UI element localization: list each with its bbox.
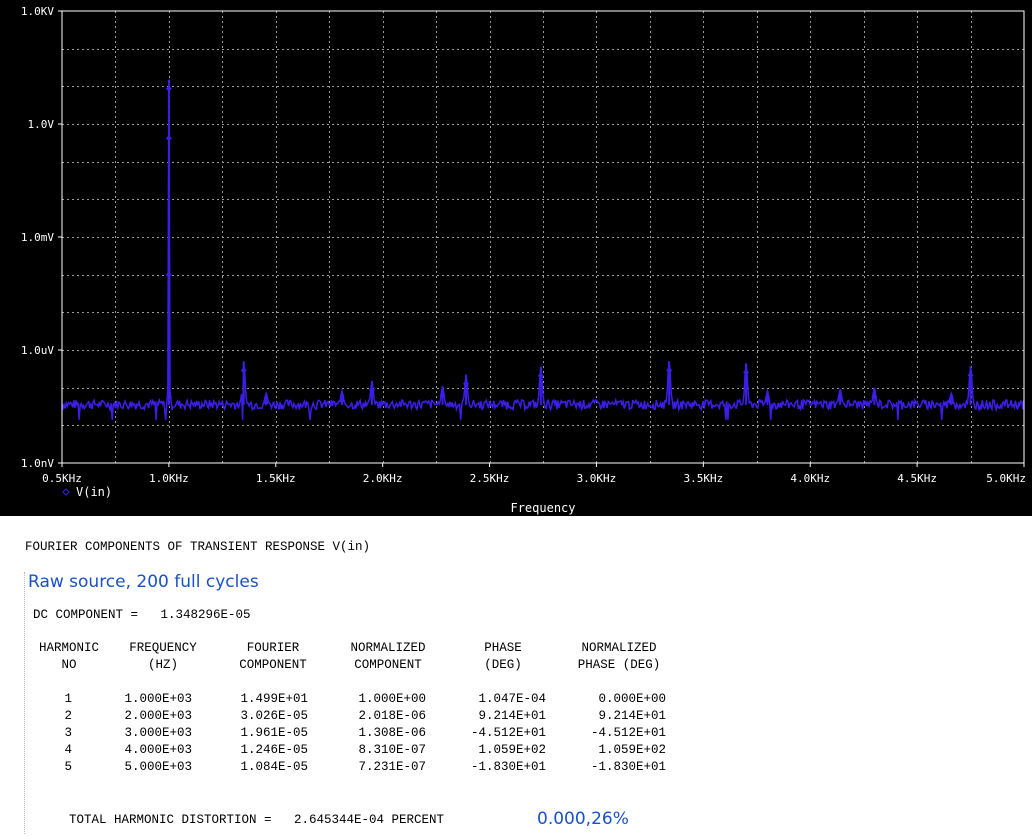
dc-component: DC COMPONENT = 1.348296E-05 xyxy=(33,608,251,622)
y-tick-label: 1.0nV xyxy=(21,457,54,470)
header-harmonic: HARMONIC xyxy=(38,641,99,655)
table-header-row-1: HARMONIC FREQUENCY FOURIER NORMALIZED PH… xyxy=(30,640,680,657)
table-cell: 1.308E-06 xyxy=(358,725,426,740)
harmonics-table: HARMONIC FREQUENCY FOURIER NORMALIZED PH… xyxy=(30,640,680,775)
table-cell: 9.214E+01 xyxy=(478,708,546,723)
legend-label-v-in: V(in) xyxy=(76,485,112,499)
table-cell: 1 xyxy=(64,691,72,706)
fourier-report: FOURIER COMPONENTS OF TRANSIENT RESPONSE… xyxy=(0,516,1032,836)
x-tick-label: 1.0KHz xyxy=(149,472,189,485)
table-cell: -1.830E+01 xyxy=(590,759,666,774)
table-spacer-row xyxy=(30,674,680,690)
x-tick-label: 5.0KHz xyxy=(986,472,1026,485)
table-row: 2 2.000E+03 3.026E-05 2.018E-06 9.214E+01 9.2… xyxy=(30,707,680,724)
header-component: COMPONENT xyxy=(239,658,307,672)
annotation-note: Raw source, 200 full cycles xyxy=(28,572,259,592)
table-cell: 5 xyxy=(64,759,72,774)
table-cell: -4.512E+01 xyxy=(590,725,666,740)
table-cell: 1.084E-05 xyxy=(240,759,308,774)
peak-marker xyxy=(743,369,750,376)
peak-marker xyxy=(666,367,673,374)
table-cell: 4 xyxy=(64,742,72,757)
legend: V(in) xyxy=(62,485,112,499)
table-cell: 1.499E+01 xyxy=(240,691,308,706)
peak-marker xyxy=(537,372,544,379)
x-axis-label: Frequency xyxy=(510,501,575,515)
peak-marker xyxy=(165,271,172,278)
x-tick-label: 0.5KHz xyxy=(42,472,82,485)
header-component-2: COMPONENT xyxy=(354,658,422,672)
table-cell: -4.512E+01 xyxy=(470,725,546,740)
y-tick-label: 1.0KV xyxy=(21,5,54,18)
table-cell: 1.000E+00 xyxy=(358,691,426,706)
gutter-dots xyxy=(24,572,25,834)
table-row: 4 4.000E+03 1.246E-05 8.310E-07 1.059E+02 1.0… xyxy=(30,741,680,758)
report-heading: FOURIER COMPONENTS OF TRANSIENT RESPONSE… xyxy=(25,540,371,554)
peak-marker xyxy=(165,85,172,92)
thd-annotation: 0.000,26% xyxy=(537,809,629,829)
x-tick-label: 4.0KHz xyxy=(790,472,830,485)
header-normalized: NORMALIZED xyxy=(350,641,426,655)
table-cell: -1.830E+01 xyxy=(470,759,546,774)
x-tick-label: 2.5KHz xyxy=(470,472,510,485)
table-cell: 3.026E-05 xyxy=(240,708,308,723)
header-frequency: FREQUENCY xyxy=(129,641,197,655)
y-tick-label: 1.0mV xyxy=(21,231,54,244)
legend-marker-icon xyxy=(62,488,70,496)
table-cell: 1.047E-04 xyxy=(478,691,546,706)
table-row: 5 5.000E+03 1.084E-05 7.231E-07 -1.830E+01 -1… xyxy=(30,758,680,775)
x-tick-label: 4.5KHz xyxy=(897,472,937,485)
trace-markers xyxy=(165,79,974,406)
x-tick-label: 3.0KHz xyxy=(577,472,617,485)
table-cell: 1.961E-05 xyxy=(240,725,308,740)
table-cell: 4.000E+03 xyxy=(124,742,192,757)
trace-v-in xyxy=(61,79,1025,420)
trace-line xyxy=(61,79,1025,420)
header-fourier: FOURIER xyxy=(246,641,300,655)
x-tick-label: 1.5KHz xyxy=(256,472,296,485)
y-tick-label: 1.0uV xyxy=(21,344,54,357)
probe-plot-panel: 1.0KV 1.0V 1.0mV 1.0uV 1.0nV 0.5KHz 1.0KHz 1.5… xyxy=(0,0,1032,516)
table-cell: 8.310E-07 xyxy=(358,742,426,757)
x-tick-label: 2.0KHz xyxy=(363,472,403,485)
peak-marker xyxy=(240,367,247,374)
header-deg: (DEG) xyxy=(484,658,522,672)
fourier-plot: 1.0KV 1.0V 1.0mV 1.0uV 1.0nV 0.5KHz 1.0KHz 1.5… xyxy=(21,5,1026,515)
header-normalized-phase: NORMALIZED xyxy=(581,641,657,655)
y-tick-label: 1.0V xyxy=(28,118,55,131)
table-cell: 1.246E-05 xyxy=(240,742,308,757)
harmonics-rows: 1 1.000E+03 1.499E+01 1.000E+00 1.047E-04 0.0… xyxy=(30,690,680,775)
table-cell: 3 xyxy=(64,725,72,740)
table-cell: 5.000E+03 xyxy=(124,759,192,774)
peak-marker xyxy=(463,380,470,387)
table-cell: 1.000E+03 xyxy=(124,691,192,706)
table-header-row-2: NO (HZ) COMPONENT COMPONENT (DEG) PHASE … xyxy=(30,657,680,674)
header-no: NO xyxy=(61,658,77,672)
table-cell: 9.214E+01 xyxy=(598,708,666,723)
table-cell: 3.000E+03 xyxy=(124,725,192,740)
peak-marker xyxy=(967,372,974,379)
table-cell: 1.059E+02 xyxy=(598,742,666,757)
header-hz: (HZ) xyxy=(147,658,178,672)
table-cell: 2.018E-06 xyxy=(358,708,426,723)
table-cell: 2 xyxy=(64,708,72,723)
header-phase: PHASE xyxy=(484,641,522,655)
x-axis-ticks: 0.5KHz 1.0KHz 1.5KHz 2.0KHz 2.5KHz 3.0KHz 3.5K… xyxy=(42,463,1026,485)
y-axis-ticks: 1.0KV 1.0V 1.0mV 1.0uV 1.0nV xyxy=(21,5,62,470)
table-row: 1 1.000E+03 1.499E+01 1.000E+00 1.047E-04 0.0… xyxy=(30,690,680,707)
header-phase-deg: PHASE (DEG) xyxy=(577,658,661,672)
thd-line: TOTAL HARMONIC DISTORTION = 2.645344E-04… xyxy=(69,813,445,827)
table-row: 3 3.000E+03 1.961E-05 1.308E-06 -4.512E+01 -4… xyxy=(30,724,680,741)
table-cell: 0.000E+00 xyxy=(598,691,666,706)
peak-marker xyxy=(165,135,172,142)
table-cell: 2.000E+03 xyxy=(124,708,192,723)
x-tick-label: 3.5KHz xyxy=(683,472,723,485)
table-cell: 7.231E-07 xyxy=(358,759,426,774)
table-cell: 1.059E+02 xyxy=(478,742,546,757)
